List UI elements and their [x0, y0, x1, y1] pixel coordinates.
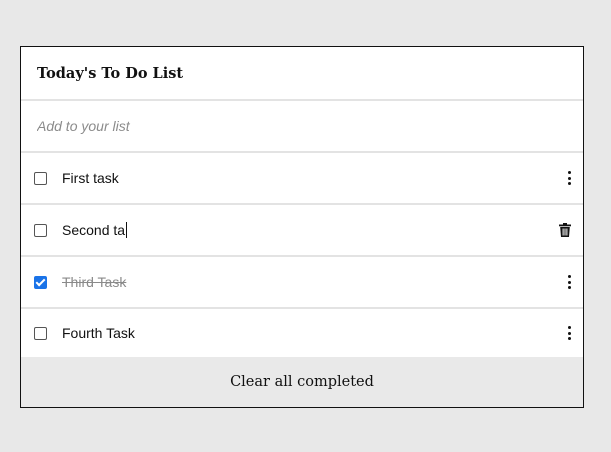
task-item: Second ta — [21, 205, 583, 257]
task-checkbox[interactable] — [34, 223, 47, 237]
trash-icon[interactable] — [559, 223, 571, 237]
task-checkbox[interactable] — [34, 275, 47, 289]
text-caret — [126, 222, 128, 238]
add-task-input[interactable] — [37, 118, 537, 134]
task-item: Third Task — [21, 257, 583, 309]
kebab-menu-icon[interactable] — [567, 275, 571, 289]
kebab-menu-icon[interactable] — [567, 326, 571, 340]
task-label[interactable]: Third Task — [62, 274, 126, 290]
clear-completed-button[interactable]: Clear all completed — [21, 357, 583, 407]
task-checkbox[interactable] — [34, 171, 47, 185]
todo-card: Today's To Do List First task Second ta … — [20, 46, 584, 408]
task-checkbox[interactable] — [34, 326, 47, 340]
add-task-row — [21, 101, 583, 153]
task-item: Fourth Task — [21, 309, 583, 357]
list-title: Today's To Do List — [21, 47, 583, 101]
task-label[interactable]: First task — [62, 170, 119, 186]
task-item: First task — [21, 153, 583, 205]
task-label: Second ta — [62, 222, 126, 238]
task-edit-field[interactable]: Second ta — [62, 222, 128, 238]
task-label[interactable]: Fourth Task — [62, 325, 135, 341]
kebab-menu-icon[interactable] — [567, 171, 571, 185]
